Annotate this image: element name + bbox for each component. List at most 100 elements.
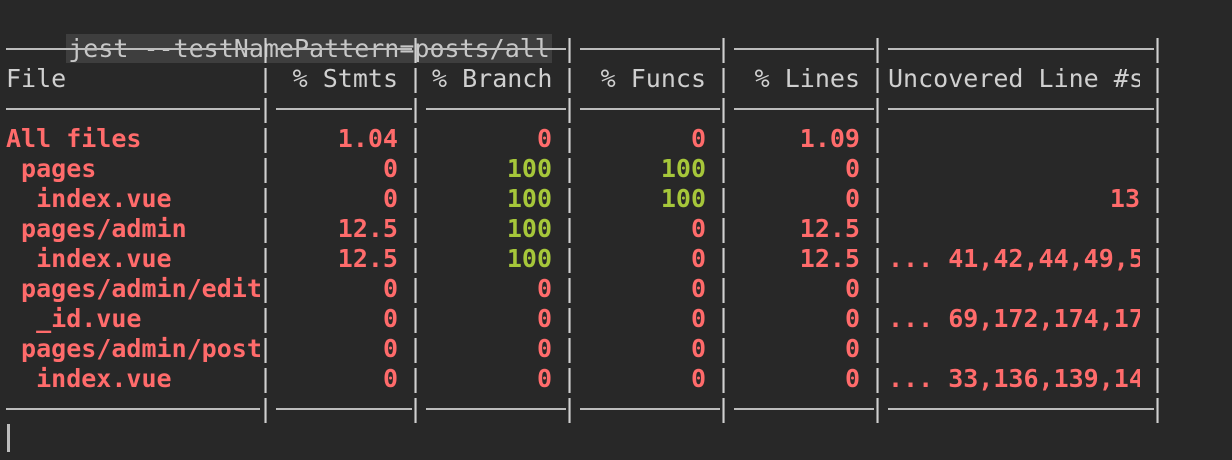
column-divider: | [870, 154, 886, 183]
column-divider: | [562, 274, 578, 303]
cell-branch: 0 [536, 334, 552, 363]
column-divider: | [1150, 394, 1166, 423]
cell-stmts: 0 [382, 334, 398, 363]
column-divider: | [1150, 64, 1166, 93]
cell-branch: 0 [536, 124, 552, 153]
column-divider: | [562, 214, 578, 243]
dash-segment [426, 408, 566, 410]
cell-lines: 0 [844, 304, 860, 333]
column-divider: | [258, 184, 274, 213]
cell-branch: 0 [536, 364, 552, 393]
cell-funcs: 0 [690, 334, 706, 363]
dash-segment [580, 48, 720, 50]
column-divider: | [408, 94, 424, 123]
column-divider: | [870, 124, 886, 153]
column-divider: | [562, 364, 578, 393]
cell-file: pages/admin/post [6, 334, 262, 363]
dash-segment [276, 108, 412, 110]
column-divider: | [716, 334, 732, 363]
column-divider: | [408, 304, 424, 333]
column-divider: | [258, 274, 274, 303]
column-divider: | [562, 334, 578, 363]
cell-lines: 0 [844, 184, 860, 213]
column-divider: | [562, 124, 578, 153]
column-divider: | [716, 124, 732, 153]
column-divider: | [562, 394, 578, 423]
column-divider: | [716, 64, 732, 93]
header-branch: % Branch [432, 64, 552, 93]
dash-segment [6, 108, 260, 110]
column-divider: | [562, 304, 578, 333]
cell-lines: 0 [844, 364, 860, 393]
text-cursor[interactable] [7, 424, 10, 452]
cell-file: index.vue [6, 364, 172, 393]
header-lines: % Lines [754, 64, 860, 93]
column-divider: | [1150, 364, 1166, 393]
column-divider: | [870, 274, 886, 303]
column-divider: | [258, 364, 274, 393]
table-row: pages/admin 12.5 100 0 12.5 | | | | | | [0, 214, 1232, 244]
column-divider: | [258, 244, 274, 273]
column-divider: | [258, 214, 274, 243]
column-divider: | [870, 214, 886, 243]
cell-funcs: 0 [690, 304, 706, 333]
column-divider: | [870, 244, 886, 273]
column-divider: | [870, 334, 886, 363]
column-divider: | [408, 364, 424, 393]
column-divider: | [716, 184, 732, 213]
column-divider: | [1150, 334, 1166, 363]
cell-uncovered [888, 124, 1140, 154]
table-separator-2: | | | | | | [0, 394, 1232, 424]
cell-uncovered: 13 [1109, 184, 1140, 213]
dash-segment [6, 48, 260, 50]
cell-stmts: 0 [382, 154, 398, 183]
cell-branch: 0 [536, 274, 552, 303]
column-divider: | [716, 154, 732, 183]
column-divider: | [1150, 154, 1166, 183]
cell-file: _id.vue [6, 304, 142, 333]
cell-lines: 12.5 [799, 244, 860, 273]
dash-segment [580, 408, 720, 410]
cell-uncovered [888, 154, 1140, 184]
column-divider: | [258, 304, 274, 333]
column-divider: | [408, 334, 424, 363]
cell-file: index.vue [6, 184, 172, 213]
cell-uncovered: ... 41,42,44,49,52 [888, 244, 1140, 273]
column-divider: | [716, 94, 732, 123]
cell-funcs: 100 [660, 184, 706, 213]
terminal-window: jest --testNamePattern=posts/all | | | | | | F… [0, 0, 1232, 460]
dash-segment [276, 408, 412, 410]
column-divider: | [1150, 274, 1166, 303]
column-divider: | [408, 124, 424, 153]
cell-funcs: 0 [690, 364, 706, 393]
cell-branch: 100 [506, 154, 552, 183]
column-divider: | [408, 214, 424, 243]
column-divider: | [870, 64, 886, 93]
cell-funcs: 0 [690, 214, 706, 243]
cell-lines: 12.5 [799, 214, 860, 243]
cell-funcs: 100 [660, 154, 706, 183]
dash-segment [426, 48, 566, 50]
cell-stmts: 12.5 [337, 244, 398, 273]
cell-stmts: 0 [382, 364, 398, 393]
dash-segment [888, 408, 1154, 410]
column-divider: | [408, 64, 424, 93]
cell-file: pages [6, 154, 97, 183]
column-divider: | [870, 94, 886, 123]
cell-stmts: 0 [382, 304, 398, 333]
table-row: _id.vue 0 0 0 0... 69,172,174,175 | | | | | | [0, 304, 1232, 334]
table-row: pages 0 100 100 0 | | | | | | [0, 154, 1232, 184]
cell-branch: 0 [536, 304, 552, 333]
column-divider: | [716, 394, 732, 423]
table-row: pages/admin/edit 0 0 0 0 | | | | | | [0, 274, 1232, 304]
cell-funcs: 0 [690, 274, 706, 303]
column-divider: | [408, 244, 424, 273]
column-divider: | [258, 64, 274, 93]
dash-segment [276, 48, 412, 50]
table-row: pages/admin/post 0 0 0 0 | | | | | | [0, 334, 1232, 364]
column-divider: | [1150, 184, 1166, 213]
column-divider: | [870, 304, 886, 333]
dash-segment [734, 108, 874, 110]
dash-segment [580, 108, 720, 110]
table-row: All files 1.04 0 0 1.09 | | | | | | [0, 124, 1232, 154]
